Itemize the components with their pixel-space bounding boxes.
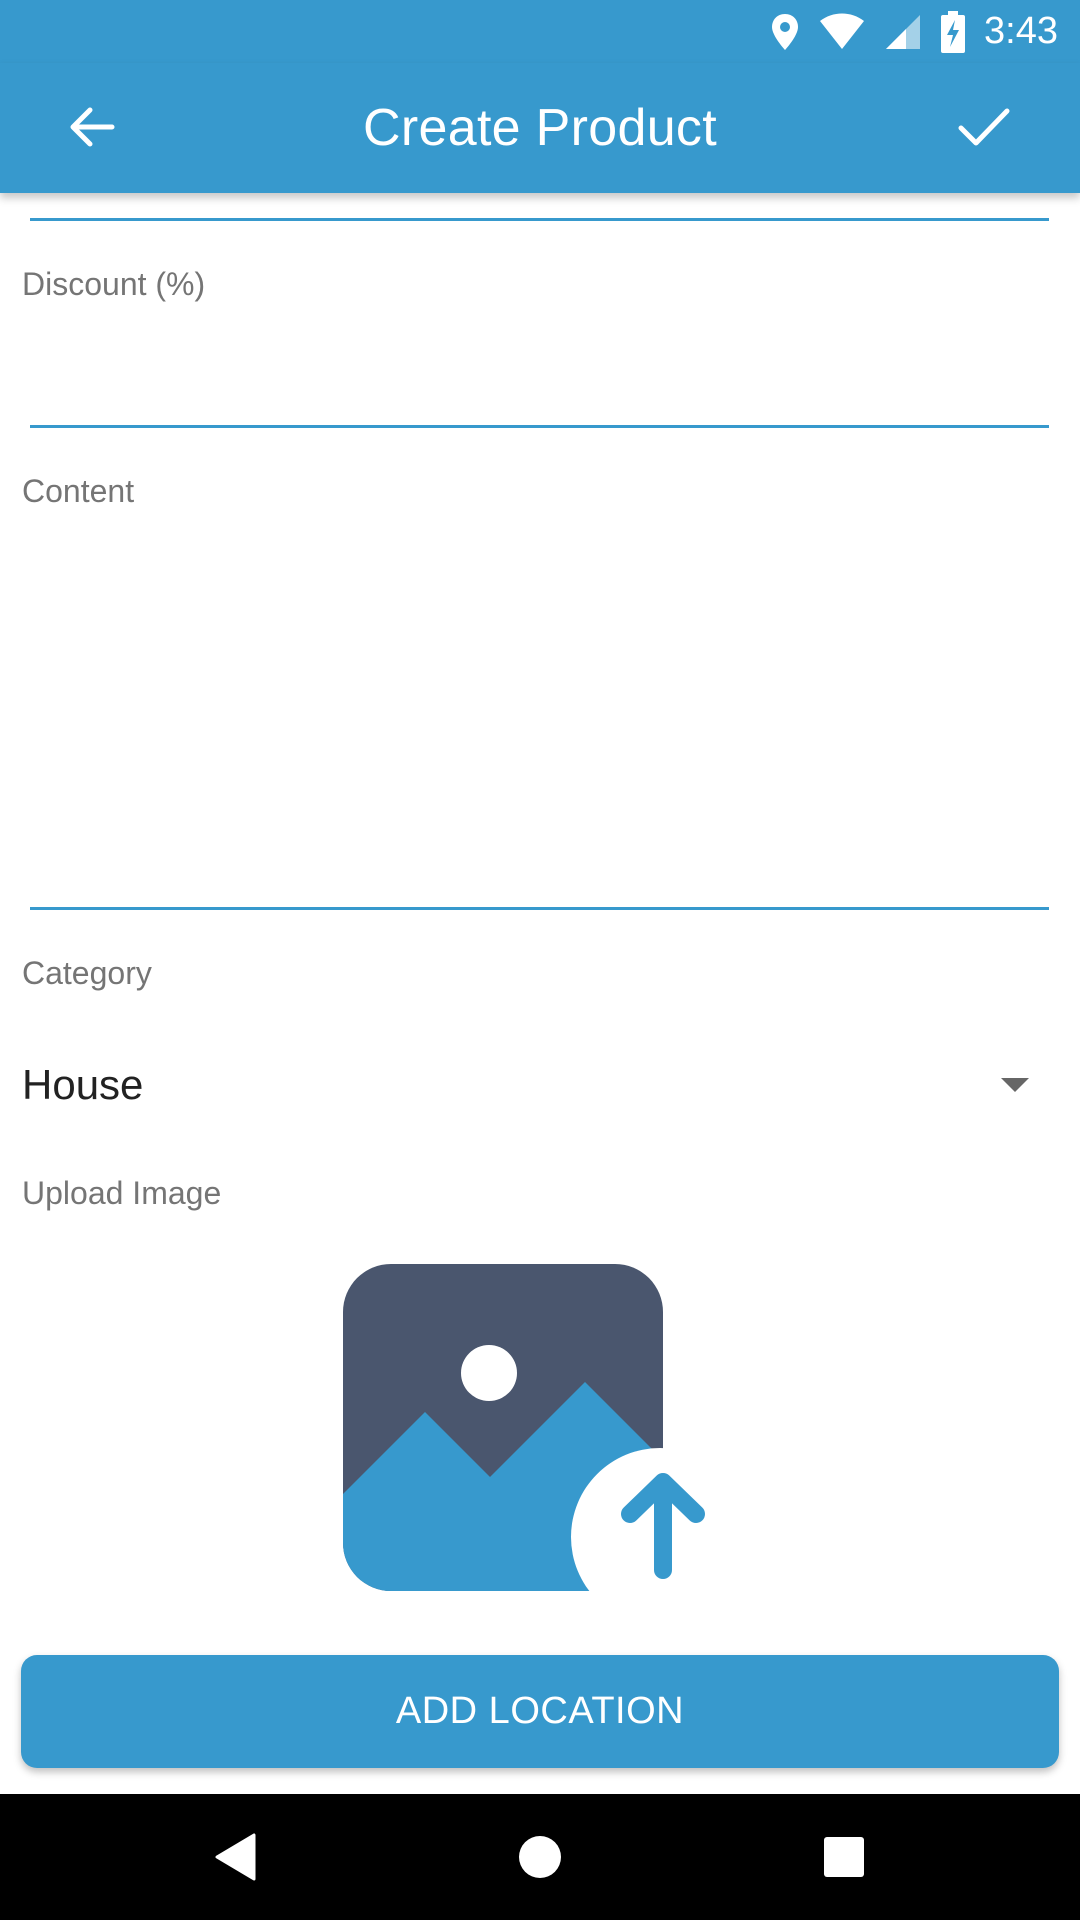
upload-image-button[interactable]	[340, 1260, 749, 1626]
home-circle-icon	[519, 1836, 561, 1878]
add-location-button[interactable]: ADD LOCATION	[21, 1655, 1059, 1768]
status-bar: 3:43	[0, 0, 1080, 63]
status-time: 3:43	[984, 10, 1058, 52]
discount-input[interactable]	[22, 320, 1042, 420]
navigation-bar	[0, 1794, 1080, 1920]
category-dropdown[interactable]: House	[0, 1030, 1080, 1140]
check-icon	[958, 108, 1010, 146]
page-title: Create Product	[363, 99, 717, 157]
status-icons: 3:43	[770, 0, 1058, 63]
done-button[interactable]	[948, 91, 1020, 163]
category-label: Category	[22, 955, 152, 991]
content-underline	[30, 907, 1049, 910]
nav-home-button[interactable]	[507, 1824, 573, 1890]
content-label: Content	[22, 473, 135, 509]
discount-underline	[30, 425, 1049, 428]
nav-recents-button[interactable]	[811, 1824, 877, 1890]
signal-icon	[884, 13, 922, 51]
back-triangle-icon	[215, 1833, 256, 1881]
content-input[interactable]	[22, 525, 1042, 900]
previous-field-underline	[30, 218, 1049, 221]
dropdown-caret-icon	[1001, 1078, 1029, 1092]
battery-charging-icon	[940, 10, 966, 53]
recents-square-icon	[824, 1837, 864, 1877]
image-upload-icon	[343, 1264, 749, 1626]
upload-image-label: Upload Image	[22, 1175, 222, 1211]
nav-back-button[interactable]	[203, 1824, 269, 1890]
app-bar: Create Product	[0, 63, 1080, 193]
location-icon	[770, 12, 800, 52]
category-selected: House	[22, 1061, 144, 1108]
wifi-icon	[818, 13, 866, 51]
discount-label: Discount (%)	[22, 266, 206, 302]
